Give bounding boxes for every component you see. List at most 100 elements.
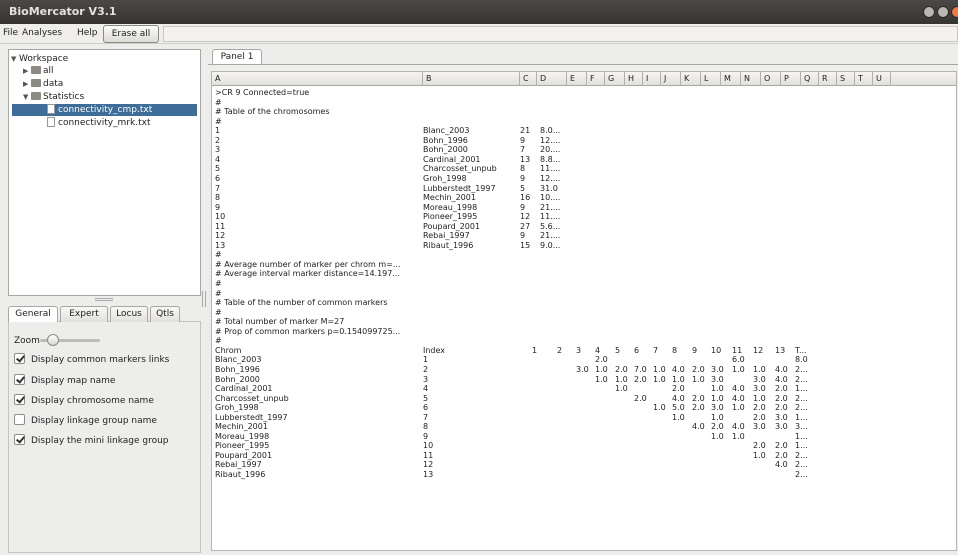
tree-item-data[interactable]: ▶ data <box>23 78 63 90</box>
cell[interactable]: 7 <box>215 184 220 194</box>
cell[interactable]: 15 <box>520 241 530 251</box>
cell[interactable]: Moreau_1998 <box>215 432 269 442</box>
cell[interactable]: 1.0 <box>672 375 685 385</box>
cell[interactable]: 2... <box>795 451 808 461</box>
cell[interactable]: 21 <box>520 126 530 136</box>
cell[interactable]: 1.0 <box>753 394 766 404</box>
cell[interactable]: 2.0 <box>753 441 766 451</box>
cell[interactable]: 4 <box>215 155 220 165</box>
cell[interactable]: 2.0 <box>775 403 788 413</box>
cell[interactable]: 4.0 <box>775 460 788 470</box>
cell[interactable]: 2.0 <box>692 365 705 375</box>
cell[interactable]: Rebai_1997 <box>215 460 262 470</box>
cell[interactable]: Bohn_1996 <box>215 365 260 375</box>
cell[interactable]: # <box>215 308 222 318</box>
cell[interactable]: Mechin_2001 <box>215 422 268 432</box>
cell[interactable]: 2.0 <box>595 355 608 365</box>
cell[interactable]: 1.0 <box>732 432 745 442</box>
cell[interactable]: Rebai_1997 <box>423 231 470 241</box>
cell[interactable]: 3.0 <box>711 375 724 385</box>
cell[interactable]: 11.... <box>540 212 560 222</box>
cell[interactable]: 2.0 <box>775 451 788 461</box>
minimize-icon[interactable] <box>923 6 935 18</box>
cell[interactable]: Blanc_2003 <box>215 355 261 365</box>
cell[interactable]: Ribaut_1996 <box>215 470 265 480</box>
cell[interactable]: 9 <box>692 346 697 356</box>
cell[interactable]: Blanc_2003 <box>423 126 469 136</box>
cell[interactable]: # Table of the number of common markers <box>215 298 388 308</box>
display-common-markers-links-checkbox[interactable]: Display common markers links <box>14 353 169 367</box>
cell[interactable]: Bohn_2000 <box>423 145 468 155</box>
cell[interactable]: 1.0 <box>711 413 724 423</box>
menu-help[interactable]: Help <box>77 28 98 38</box>
tree-item-connectivity-cmp[interactable]: connectivity_cmp.txt <box>12 104 197 116</box>
cell[interactable]: 9 <box>520 231 525 241</box>
cell[interactable]: Lubberstedt_1997 <box>215 413 288 423</box>
cell[interactable]: 3.0 <box>711 365 724 375</box>
cell[interactable]: # <box>215 289 222 299</box>
cell[interactable]: Cardinal_2001 <box>423 155 481 165</box>
cell[interactable]: 20.... <box>540 145 560 155</box>
menu-analyses[interactable]: Analyses <box>22 28 62 38</box>
cell[interactable]: 4.0 <box>732 394 745 404</box>
cell[interactable]: 9 <box>215 203 220 213</box>
vertical-splitter-grip[interactable] <box>202 291 206 307</box>
column-header-s[interactable]: S <box>837 72 855 86</box>
cell[interactable]: 2.0 <box>692 403 705 413</box>
cell[interactable]: 2.0 <box>692 394 705 404</box>
cell[interactable]: 1... <box>795 441 808 451</box>
cell[interactable]: 13 <box>423 470 433 480</box>
cell[interactable]: 1.0 <box>753 365 766 375</box>
cell[interactable]: 4 <box>595 346 600 356</box>
cell[interactable]: 1.0 <box>615 384 628 394</box>
cell[interactable]: >CR 9 Connected=true <box>215 88 309 98</box>
cell[interactable]: 2.0 <box>775 394 788 404</box>
cell[interactable]: 7 <box>520 145 525 155</box>
zoom-slider-thumb[interactable] <box>47 334 59 346</box>
cell[interactable]: 1.0 <box>595 375 608 385</box>
cell[interactable]: 8 <box>672 346 677 356</box>
checkbox-icon[interactable] <box>14 434 25 445</box>
tree-item-all[interactable]: ▶ all <box>23 65 54 77</box>
cell[interactable]: 2.0 <box>775 441 788 451</box>
cell[interactable]: 6 <box>634 346 639 356</box>
cell[interactable]: # <box>215 117 222 127</box>
cell[interactable]: 1.0 <box>672 413 685 423</box>
collapsed-arrow-icon[interactable]: ▶ <box>23 78 31 90</box>
cell[interactable]: # <box>215 336 222 346</box>
cell[interactable]: 7.0 <box>634 365 647 375</box>
cell[interactable]: Chrom <box>215 346 241 356</box>
close-icon[interactable] <box>951 6 958 18</box>
display-map-name-checkbox[interactable]: Display map name <box>14 374 115 388</box>
cell[interactable]: 2 <box>215 136 220 146</box>
cell[interactable]: 12 <box>520 212 530 222</box>
column-header-f[interactable]: F <box>587 72 605 86</box>
cell[interactable]: 2.0 <box>634 375 647 385</box>
cell[interactable]: Moreau_1998 <box>423 203 477 213</box>
cell[interactable]: 8.8... <box>540 155 560 165</box>
menu-file[interactable]: File <box>3 28 18 38</box>
cell[interactable]: 1 <box>215 126 220 136</box>
column-header-g[interactable]: G <box>605 72 625 86</box>
cell[interactable]: 4.0 <box>775 365 788 375</box>
cell[interactable]: Lubberstedt_1997 <box>423 184 496 194</box>
cell[interactable]: 1.0 <box>692 375 705 385</box>
column-header-u[interactable]: U <box>873 72 891 86</box>
cell[interactable]: 2.0 <box>711 422 724 432</box>
cell[interactable]: 5.0 <box>672 403 685 413</box>
cell[interactable]: 1... <box>795 432 808 442</box>
cell[interactable]: 3.0 <box>576 365 589 375</box>
erase-all-button[interactable]: Erase all <box>103 25 159 43</box>
cell[interactable]: 1.0 <box>653 375 666 385</box>
cell[interactable]: Mechin_2001 <box>423 193 476 203</box>
column-header-i[interactable]: I <box>643 72 661 86</box>
cell[interactable]: Poupard_2001 <box>215 451 272 461</box>
cell[interactable]: 3 <box>423 375 428 385</box>
cell[interactable]: 4 <box>423 384 428 394</box>
cell[interactable]: 8 <box>520 164 525 174</box>
cell[interactable]: 2... <box>795 470 808 480</box>
cell[interactable]: # Average interval marker distance=14.19… <box>215 269 400 279</box>
column-header-k[interactable]: K <box>681 72 701 86</box>
cell[interactable]: 10 <box>215 212 225 222</box>
tree-item-connectivity-mrk[interactable]: connectivity_mrk.txt <box>47 117 150 129</box>
